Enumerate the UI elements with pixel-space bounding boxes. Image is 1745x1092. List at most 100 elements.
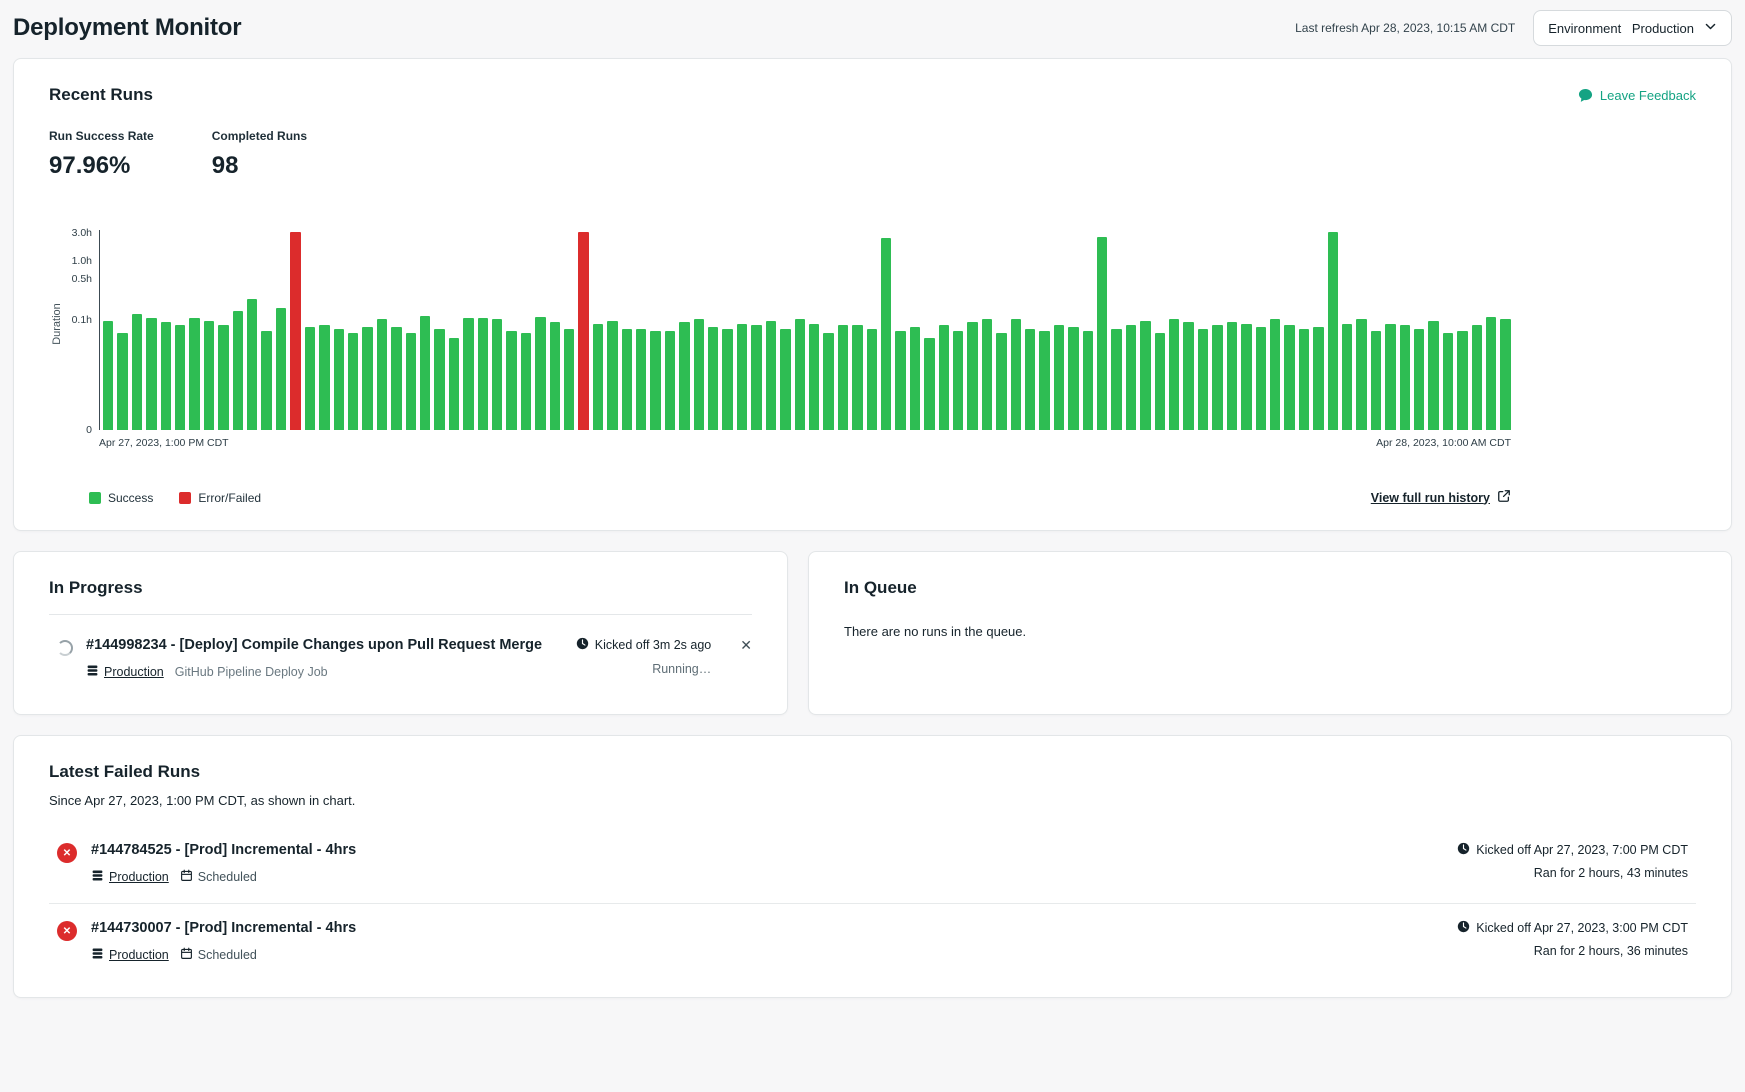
- run-bar-success[interactable]: [953, 331, 963, 430]
- run-bar-success[interactable]: [737, 324, 747, 430]
- run-bar-success[interactable]: [117, 333, 127, 430]
- run-bar-success[interactable]: [751, 325, 761, 430]
- run-bar-success[interactable]: [593, 324, 603, 430]
- run-bar-success[interactable]: [218, 325, 228, 430]
- environment-link[interactable]: Production: [86, 664, 164, 680]
- run-bar-success[interactable]: [1140, 321, 1150, 430]
- environment-dropdown[interactable]: Environment Production: [1533, 10, 1732, 46]
- run-bar-success[interactable]: [348, 333, 358, 430]
- run-bar-success[interactable]: [189, 318, 199, 430]
- run-bar-success[interactable]: [838, 325, 848, 430]
- run-bar-success[interactable]: [175, 325, 185, 430]
- run-bar-success[interactable]: [1039, 331, 1049, 430]
- run-bar-success[interactable]: [967, 322, 977, 430]
- run-bar-success[interactable]: [795, 319, 805, 430]
- run-bar-success[interactable]: [650, 331, 660, 430]
- run-bar-success[interactable]: [161, 322, 171, 430]
- run-bar-success[interactable]: [1256, 327, 1266, 430]
- run-bar-success[interactable]: [132, 314, 142, 430]
- run-bar-success[interactable]: [1457, 331, 1467, 430]
- run-bar-success[interactable]: [607, 321, 617, 430]
- run-bar-success[interactable]: [535, 317, 545, 430]
- run-bar-success[interactable]: [1011, 319, 1021, 430]
- environment-link[interactable]: Production: [91, 947, 169, 963]
- run-bar-success[interactable]: [319, 325, 329, 430]
- run-bar-success[interactable]: [261, 331, 271, 430]
- run-bar-success[interactable]: [982, 319, 992, 430]
- run-bar-success[interactable]: [1486, 317, 1496, 430]
- run-bar-success[interactable]: [492, 319, 502, 430]
- run-bar-success[interactable]: [463, 318, 473, 430]
- run-bar-success[interactable]: [233, 311, 243, 430]
- run-bar-success[interactable]: [434, 329, 444, 430]
- run-bar-success[interactable]: [1270, 319, 1280, 430]
- run-bar-success[interactable]: [1385, 324, 1395, 430]
- run-bar-success[interactable]: [1227, 322, 1237, 430]
- run-bar-success[interactable]: [910, 327, 920, 430]
- run-bar-success[interactable]: [1371, 331, 1381, 430]
- run-bar-success[interactable]: [665, 331, 675, 430]
- run-bar-success[interactable]: [996, 333, 1006, 430]
- run-bar-failed[interactable]: [290, 232, 300, 430]
- run-bar-success[interactable]: [521, 333, 531, 430]
- run-bar-success[interactable]: [1054, 325, 1064, 430]
- run-bar-success[interactable]: [146, 318, 156, 430]
- run-bar-success[interactable]: [305, 327, 315, 430]
- run-bar-success[interactable]: [478, 318, 488, 430]
- run-bar-success[interactable]: [867, 329, 877, 430]
- run-bar-success[interactable]: [1169, 319, 1179, 430]
- run-bar-success[interactable]: [1414, 329, 1424, 430]
- run-bar-success[interactable]: [1126, 325, 1136, 430]
- run-bar-success[interactable]: [823, 333, 833, 430]
- run-bar-failed[interactable]: [578, 232, 588, 430]
- run-bar-success[interactable]: [622, 329, 632, 430]
- run-bar-success[interactable]: [449, 338, 459, 430]
- run-bar-success[interactable]: [939, 325, 949, 430]
- run-bar-success[interactable]: [1342, 324, 1352, 430]
- run-bar-success[interactable]: [895, 331, 905, 430]
- run-bar-success[interactable]: [1198, 329, 1208, 430]
- run-bar-success[interactable]: [881, 238, 891, 430]
- run-bar-success[interactable]: [1155, 333, 1165, 430]
- close-icon[interactable]: ✕: [740, 638, 752, 652]
- run-bar-success[interactable]: [362, 327, 372, 430]
- run-bar-success[interactable]: [1328, 232, 1338, 430]
- run-bar-success[interactable]: [809, 324, 819, 430]
- run-bar-success[interactable]: [1356, 319, 1366, 430]
- run-bar-success[interactable]: [1241, 324, 1251, 430]
- run-bar-success[interactable]: [1313, 327, 1323, 430]
- run-bar-success[interactable]: [1443, 333, 1453, 430]
- run-bar-success[interactable]: [1400, 325, 1410, 430]
- run-bar-success[interactable]: [204, 321, 214, 430]
- run-bar-success[interactable]: [1025, 329, 1035, 430]
- run-bar-success[interactable]: [334, 329, 344, 430]
- run-bar-success[interactable]: [1284, 325, 1294, 430]
- run-bar-success[interactable]: [247, 299, 257, 430]
- run-bar-success[interactable]: [406, 333, 416, 430]
- leave-feedback-button[interactable]: Leave Feedback: [1578, 88, 1696, 103]
- run-bar-success[interactable]: [708, 327, 718, 430]
- run-bar-success[interactable]: [1083, 331, 1093, 430]
- run-bar-success[interactable]: [1111, 329, 1121, 430]
- run-bar-success[interactable]: [506, 331, 516, 430]
- run-bar-success[interactable]: [852, 325, 862, 430]
- run-bar-success[interactable]: [722, 329, 732, 430]
- run-bar-success[interactable]: [550, 322, 560, 430]
- run-bar-success[interactable]: [679, 322, 689, 430]
- run-bar-success[interactable]: [564, 329, 574, 430]
- run-bar-success[interactable]: [420, 316, 430, 430]
- run-bar-success[interactable]: [276, 308, 286, 430]
- run-bar-success[interactable]: [636, 329, 646, 430]
- run-bar-success[interactable]: [1500, 319, 1510, 430]
- view-full-run-history-link[interactable]: View full run history: [1371, 489, 1511, 506]
- run-bar-success[interactable]: [694, 319, 704, 430]
- run-bar-success[interactable]: [1428, 321, 1438, 430]
- run-bar-success[interactable]: [1183, 322, 1193, 430]
- run-bar-success[interactable]: [1068, 327, 1078, 430]
- environment-link[interactable]: Production: [91, 869, 169, 885]
- run-bar-success[interactable]: [1097, 237, 1107, 430]
- run-bar-success[interactable]: [766, 321, 776, 430]
- run-bar-success[interactable]: [391, 327, 401, 430]
- run-bar-success[interactable]: [103, 321, 113, 430]
- run-bar-success[interactable]: [1212, 325, 1222, 430]
